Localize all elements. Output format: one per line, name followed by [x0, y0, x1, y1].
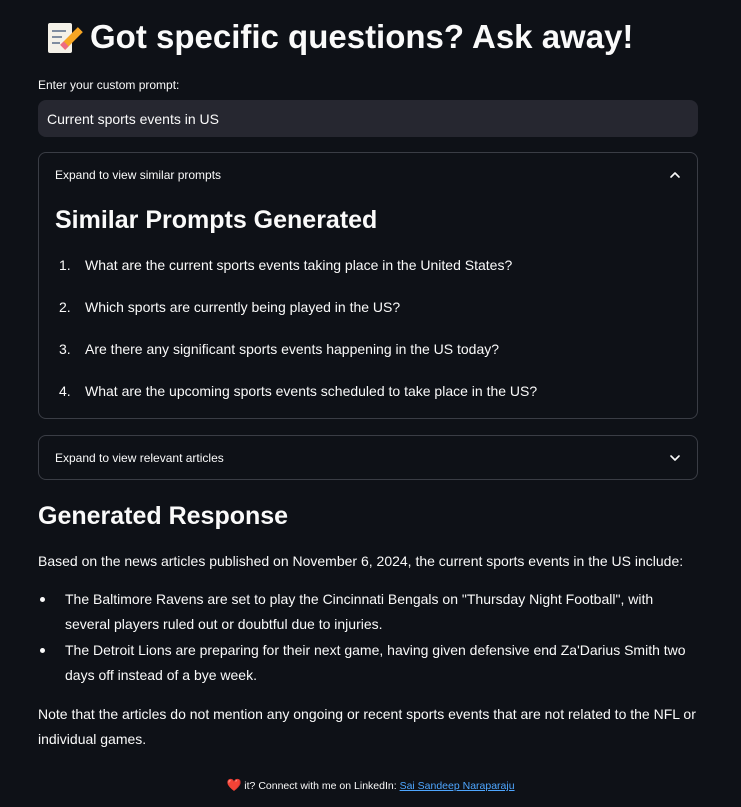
- similar-prompts-expander: Expand to view similar prompts Similar P…: [38, 152, 698, 419]
- list-item: The Detroit Lions are preparing for thei…: [38, 638, 698, 688]
- list-item: The Baltimore Ravens are set to play the…: [38, 587, 698, 637]
- relevant-articles-expander-header[interactable]: Expand to view relevant articles: [39, 436, 697, 480]
- list-item-number: 4.: [59, 383, 71, 399]
- list-item-text: Are there any significant sports events …: [85, 341, 500, 357]
- response-intro: Based on the news articles published on …: [38, 553, 684, 569]
- bullet-dot-icon: [40, 648, 45, 653]
- similar-prompts-title: Similar Prompts Generated: [55, 206, 378, 234]
- list-item-text: What are the upcoming sports events sche…: [85, 383, 538, 399]
- list-item: 1. What are the current sports events ta…: [55, 257, 537, 299]
- relevant-articles-expander-label: Expand to view relevant articles: [55, 451, 224, 465]
- list-item-number: 1.: [59, 257, 71, 273]
- relevant-articles-expander: Expand to view relevant articles: [38, 435, 698, 480]
- similar-prompts-expander-header[interactable]: Expand to view similar prompts: [39, 153, 697, 197]
- list-item-number: 3.: [59, 341, 71, 357]
- prompt-label: Enter your custom prompt:: [38, 78, 180, 92]
- footer: ❤️ it? Connect with me on LinkedIn: Sai …: [0, 778, 741, 792]
- response-title: Generated Response: [38, 502, 289, 530]
- list-item-text: What are the current sports events takin…: [85, 257, 513, 273]
- list-item-number: 2.: [59, 299, 71, 315]
- heart-icon: ❤️: [226, 778, 242, 792]
- prompt-input-value: Current sports events in US: [47, 110, 219, 127]
- list-item: 3. Are there any significant sports even…: [55, 341, 537, 383]
- chevron-up-icon[interactable]: [669, 169, 681, 181]
- linkedin-link[interactable]: Sai Sandeep Naraparaju: [400, 780, 515, 792]
- similar-prompts-expander-label: Expand to view similar prompts: [55, 168, 222, 182]
- page-title: Got specific questions? Ask away!: [46, 18, 633, 56]
- chevron-down-icon[interactable]: [669, 452, 681, 464]
- page-title-text: Got specific questions? Ask away!: [90, 18, 634, 55]
- bullet-dot-icon: [40, 597, 45, 602]
- memo-icon: [46, 20, 83, 54]
- response-note: Note that the articles do not mention an…: [38, 706, 696, 747]
- list-item-text: Which sports are currently being played …: [85, 299, 401, 315]
- list-item: 4. What are the upcoming sports events s…: [55, 383, 537, 425]
- response-bullet-list: The Baltimore Ravens are set to play the…: [38, 587, 698, 689]
- prompt-input[interactable]: Current sports events in US: [38, 100, 698, 137]
- list-item-text: The Detroit Lions are preparing for thei…: [65, 642, 686, 683]
- similar-prompts-list: 1. What are the current sports events ta…: [55, 257, 537, 425]
- footer-text: it? Connect with me on LinkedIn:: [241, 780, 400, 792]
- list-item-text: The Baltimore Ravens are set to play the…: [65, 591, 654, 632]
- list-item: 2. Which sports are currently being play…: [55, 299, 537, 341]
